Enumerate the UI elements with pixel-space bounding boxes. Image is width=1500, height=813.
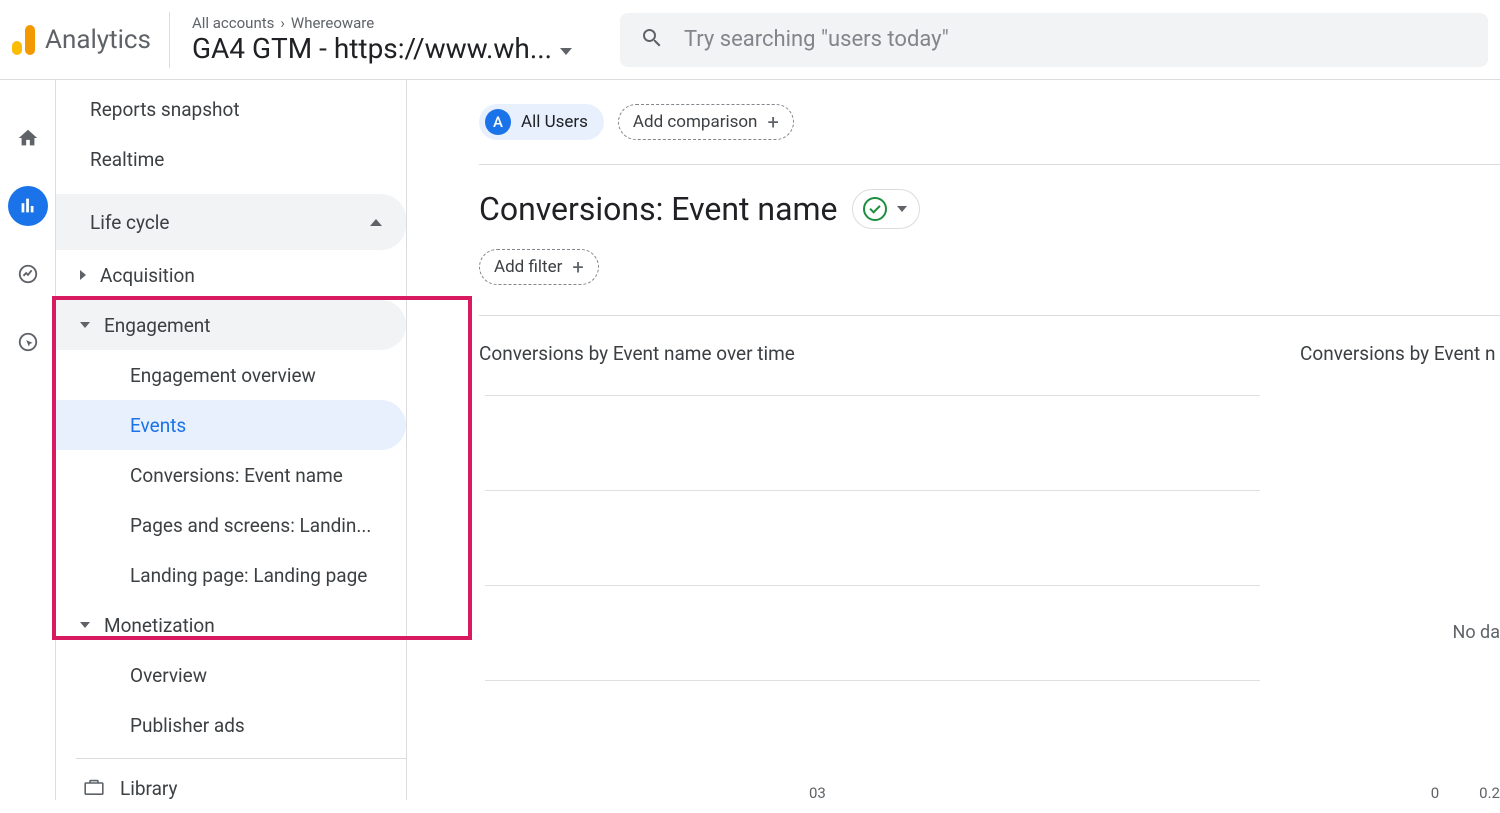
nav-landing-page[interactable]: Landing page: Landing page [56, 550, 406, 600]
triangle-down-icon [80, 622, 90, 628]
segment-badge: A [485, 109, 511, 135]
nav-events[interactable]: Events [56, 400, 406, 450]
chevron-down-icon [897, 206, 907, 212]
rail-reports-button[interactable] [8, 186, 48, 226]
rail-advertising-button[interactable] [8, 322, 48, 362]
chevron-down-icon [560, 48, 572, 55]
search-input[interactable]: Try searching "users today" [620, 13, 1488, 67]
nav-group-acquisition[interactable]: Acquisition [56, 250, 406, 300]
report-title: Conversions: Event name [479, 190, 838, 228]
nav-group-monetization[interactable]: Monetization [56, 600, 406, 650]
plus-icon: + [767, 112, 778, 132]
chart-left: Conversions by Event name over time 03 [479, 342, 1260, 782]
product-name: Analytics [45, 25, 151, 55]
app-header: Analytics All accounts › Whereoware GA4 … [0, 0, 1500, 80]
trend-circle-icon [17, 263, 39, 285]
report-nav: Reports snapshot Realtime Life cycle Acq… [56, 80, 406, 800]
x-axis-tick: 03 [809, 784, 826, 800]
nav-group-engagement[interactable]: Engagement [56, 300, 406, 350]
nav-section-label: Life cycle [90, 211, 169, 234]
y-axis-tick: 0.2 [1479, 784, 1500, 800]
rail-explore-button[interactable] [8, 254, 48, 294]
main-content: A All Users Add comparison + Conversions… [406, 80, 1500, 800]
status-dropdown[interactable] [852, 189, 920, 229]
nav-engagement-overview[interactable]: Engagement overview [56, 350, 406, 400]
chevron-right-icon: › [280, 14, 285, 32]
divider [479, 164, 1500, 165]
library-icon [84, 777, 104, 800]
nav-reports-snapshot[interactable]: Reports snapshot [56, 84, 406, 134]
nav-monetization-overview[interactable]: Overview [56, 650, 406, 700]
chart-right: Conversions by Event n No da 0 0.2 [1300, 342, 1500, 782]
breadcrumb-all: All accounts [192, 14, 274, 32]
add-comparison-button[interactable]: Add comparison + [618, 104, 794, 140]
cursor-click-icon [17, 331, 39, 353]
left-rail [0, 80, 56, 800]
check-circle-icon [863, 197, 887, 221]
chevron-up-icon [370, 219, 382, 226]
nav-divider [76, 758, 406, 759]
nav-realtime[interactable]: Realtime [56, 134, 406, 184]
nav-section-lifecycle[interactable]: Life cycle [56, 194, 406, 250]
search-icon [640, 26, 664, 54]
nav-conversions[interactable]: Conversions: Event name [56, 450, 406, 500]
property-name: GA4 GTM - https://www.wh... [192, 32, 552, 65]
y-axis-tick: 0 [1431, 784, 1439, 800]
account-selector[interactable]: All accounts › Whereoware GA4 GTM - http… [170, 14, 590, 65]
segment-label: All Users [521, 112, 588, 132]
chart-area: Conversions by Event name over time 03 C… [479, 315, 1500, 782]
chart-right-title: Conversions by Event n [1300, 342, 1500, 365]
analytics-logo-icon [12, 25, 35, 55]
plus-icon: + [572, 257, 583, 277]
chart-left-title: Conversions by Event name over time [479, 342, 1260, 365]
home-icon [17, 127, 39, 149]
nav-library[interactable]: Library [56, 763, 406, 813]
nav-pages-screens[interactable]: Pages and screens: Landin... [56, 500, 406, 550]
search-placeholder: Try searching "users today" [684, 27, 949, 52]
triangle-right-icon [80, 270, 86, 280]
triangle-down-icon [80, 322, 90, 328]
bar-chart-icon [17, 195, 39, 217]
nav-publisher-ads[interactable]: Publisher ads [56, 700, 406, 750]
rail-home-button[interactable] [8, 118, 48, 158]
add-filter-button[interactable]: Add filter + [479, 249, 599, 285]
logo-block: Analytics [12, 12, 170, 68]
breadcrumb-account: Whereoware [291, 14, 374, 32]
no-data-label: No da [1452, 622, 1500, 643]
breadcrumb: All accounts › Whereoware [192, 14, 590, 32]
segment-chip-all-users[interactable]: A All Users [479, 104, 604, 140]
